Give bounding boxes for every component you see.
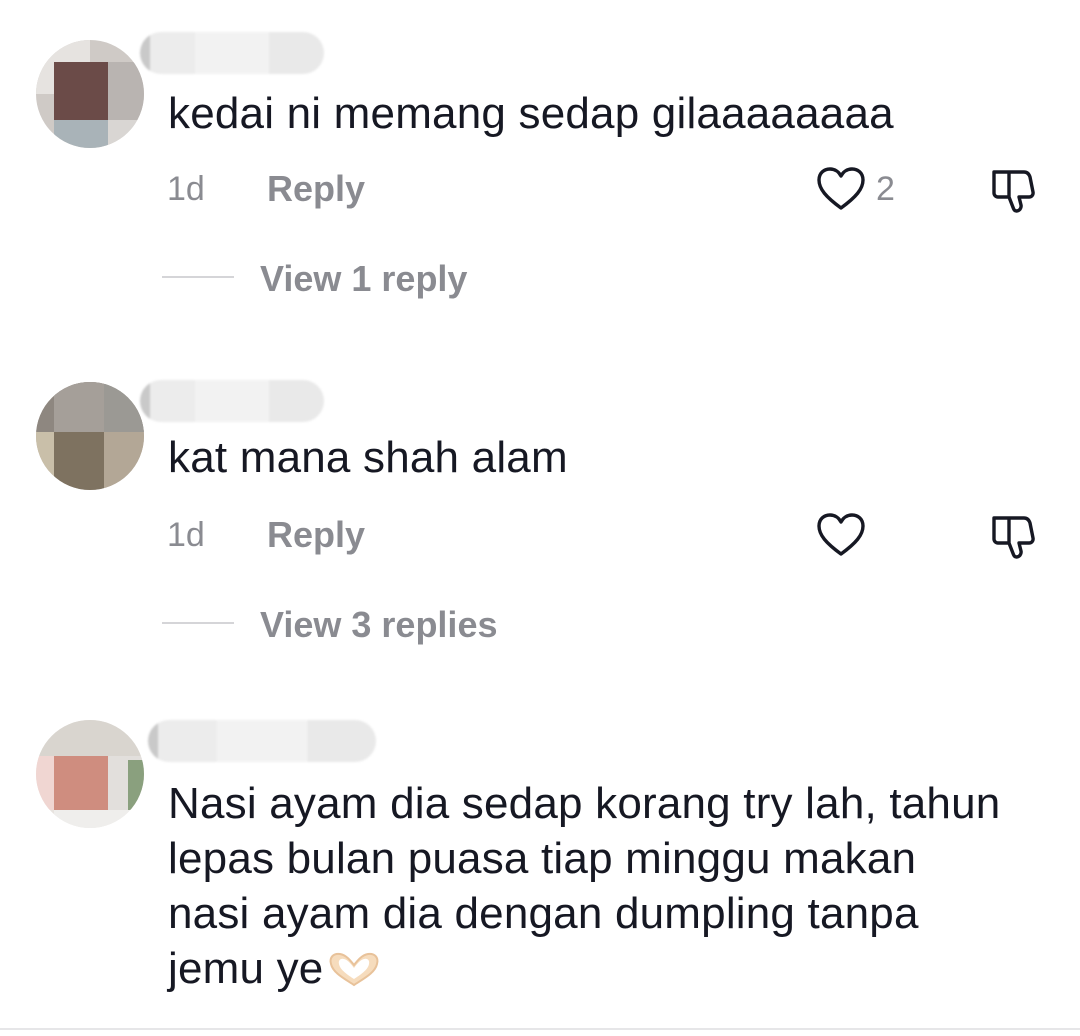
heart-outline-icon[interactable] <box>816 512 866 558</box>
comment-text-line-end: jemu ye <box>168 944 324 993</box>
bottom-divider <box>0 1028 1080 1030</box>
comment-text: kedai ni memang sedap gilaaaaaaaa <box>168 89 894 138</box>
username[interactable] <box>140 380 324 422</box>
reply-button[interactable]: Reply <box>267 168 365 210</box>
comment-text-line: lepas bulan puasa tiap minggu makan <box>168 834 917 883</box>
thumbs-down-outline-icon[interactable] <box>988 512 1038 562</box>
comment-time: 1d <box>167 170 205 208</box>
view-replies-button[interactable]: View 3 replies <box>260 604 497 646</box>
comment-text-line: nasi ayam dia dengan dumpling tanpa <box>168 889 919 938</box>
avatar[interactable] <box>36 40 144 148</box>
replies-divider <box>162 622 234 624</box>
thumbs-down-outline-icon[interactable] <box>988 166 1038 216</box>
avatar[interactable] <box>36 720 144 828</box>
reply-button[interactable]: Reply <box>267 514 365 556</box>
heart-hands-emoji-icon <box>327 947 381 1002</box>
comment-time: 1d <box>167 516 205 554</box>
comment-text-line: jemu ye <box>168 941 1048 1002</box>
username[interactable] <box>140 32 324 74</box>
replies-divider <box>162 276 234 278</box>
avatar[interactable] <box>36 382 144 490</box>
comment-text: Nasi ayam dia sedap korang try lah, tahu… <box>168 776 1048 1002</box>
view-replies-button[interactable]: View 1 reply <box>260 258 467 300</box>
like-count: 2 <box>876 170 895 208</box>
comment-text: kat mana shah alam <box>168 433 568 482</box>
comment-text-line: Nasi ayam dia sedap korang try lah, tahu… <box>168 779 1001 828</box>
heart-outline-icon[interactable] <box>816 166 866 212</box>
username[interactable] <box>148 720 376 762</box>
